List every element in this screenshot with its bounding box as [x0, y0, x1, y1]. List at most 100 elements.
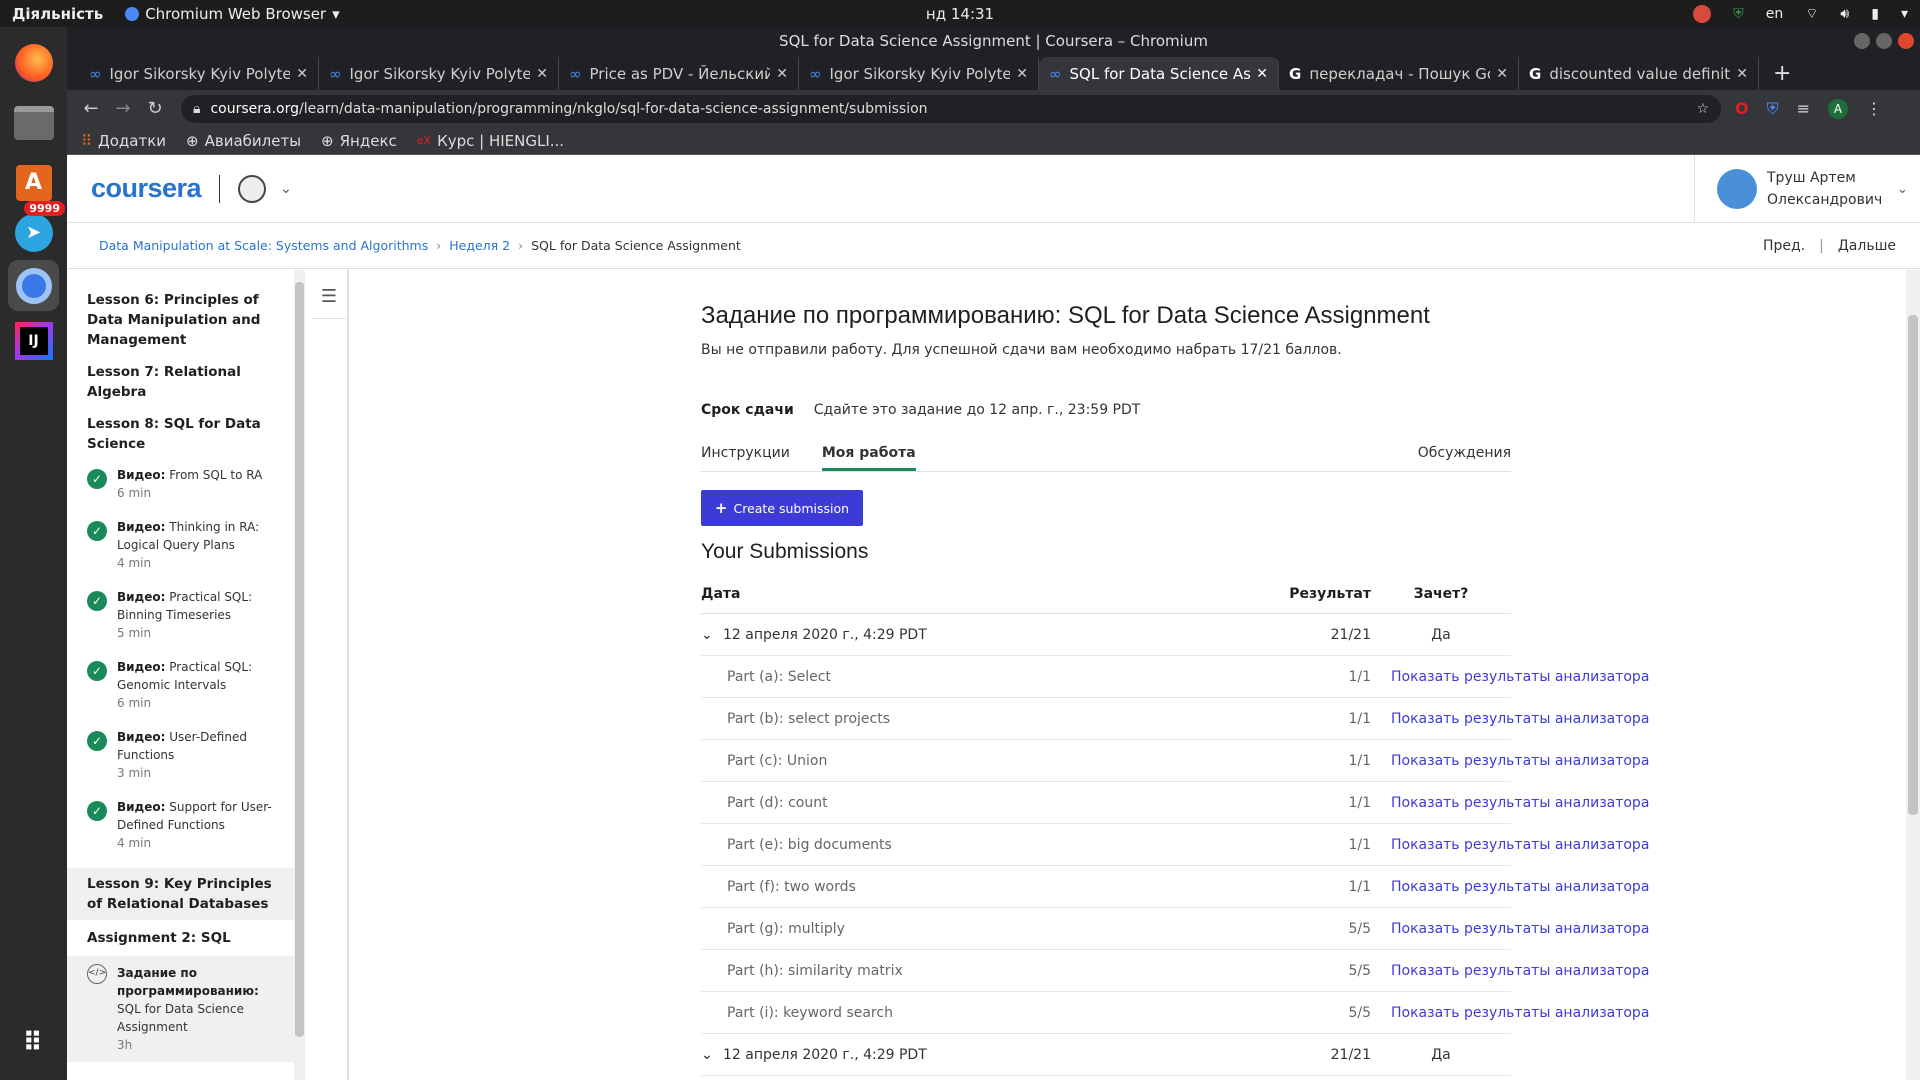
bookmark-star-icon[interactable]: ☆ [1696, 101, 1709, 117]
forward-icon[interactable]: → [107, 98, 139, 119]
completed-check-icon: ✓ [87, 521, 107, 541]
create-submission-button[interactable]: + Create submission [701, 490, 863, 526]
sidebar-item[interactable]: ✓ Видео: Support for User-Defined Functio… [67, 798, 304, 852]
menu-dots-icon[interactable]: ⋮ [1866, 99, 1882, 118]
next-button[interactable]: Дальше [1838, 238, 1896, 254]
bookmark-apps[interactable]: ⠿ Додатки [81, 132, 166, 150]
firefox-icon[interactable] [8, 37, 59, 88]
browser-tab[interactable]: ∞ Igor Sikorsky Kyiv Polytech ✕ [79, 57, 319, 90]
sidebar-assignment[interactable]: Assignment 2: SQL [67, 920, 304, 956]
sidebar-lesson[interactable]: Lesson 7: Relational Algebra [67, 362, 304, 402]
bookmark-item[interactable]: eX Курс | HIENGLI... [417, 132, 564, 150]
close-tab-icon[interactable]: ✕ [296, 66, 308, 82]
reload-icon[interactable]: ↻ [139, 98, 171, 119]
window-title-text: SQL for Data Science Assignment | Course… [779, 32, 1208, 50]
close-tab-icon[interactable]: ✕ [1016, 66, 1028, 82]
part-score: 1/1 [1348, 794, 1371, 811]
volume-icon[interactable]: 🔊︎ [1840, 6, 1849, 22]
chevron-down-icon[interactable]: ⌄ [280, 181, 292, 197]
show-grader-output-link[interactable]: Показать результаты анализатора [1391, 753, 1649, 769]
sidebar-item[interactable]: ✓ Видео: Practical SQL: Binning Timeserie… [67, 588, 304, 642]
show-grader-output-link[interactable]: Показать результаты анализатора [1391, 921, 1649, 937]
close-tab-icon[interactable]: ✕ [536, 66, 548, 82]
profile-avatar[interactable]: A [1828, 98, 1849, 119]
back-icon[interactable]: ← [75, 98, 107, 119]
browser-tab[interactable]: ∞ Igor Sikorsky Kyiv Polytech ✕ [799, 57, 1039, 90]
show-grader-output-link[interactable]: Показать результаты анализатора [1391, 669, 1649, 685]
page-scrollbar-thumb[interactable] [1908, 315, 1918, 815]
bookmark-item[interactable]: ⊕ Яндекс [321, 132, 397, 150]
browser-tab[interactable]: ∞ Igor Sikorsky Kyiv Polytech ✕ [319, 57, 559, 90]
files-icon[interactable] [8, 97, 59, 148]
table-of-contents-icon[interactable]: ☰ [312, 275, 346, 319]
battery-icon[interactable]: ▮ [1871, 6, 1879, 22]
language-indicator[interactable]: en [1766, 6, 1784, 22]
show-apps-icon[interactable]: ⠿ [8, 1017, 59, 1068]
bookmark-item[interactable]: ⊕ Авиабилеты [186, 132, 301, 150]
breadcrumb-course[interactable]: Data Manipulation at Scale: Systems and … [99, 238, 428, 253]
show-grader-output-link[interactable]: Показать результаты анализатора [1391, 879, 1649, 895]
show-grader-output-link[interactable]: Показать результаты анализатора [1391, 837, 1649, 853]
sidebar-item[interactable]: ✓ Видео: Thinking in RA: Logical Query Pl… [67, 518, 304, 572]
opera-extension-icon[interactable]: O [1735, 99, 1749, 118]
sidebar-scrollbar-thumb[interactable] [295, 282, 304, 1037]
close-tab-icon[interactable]: ✕ [776, 66, 788, 82]
shield-extension-icon[interactable]: ⛨ [1767, 99, 1779, 119]
power-icon[interactable]: ▾ [1901, 6, 1908, 22]
sidebar-item[interactable]: ✓ Видео: From SQL to RA 6 min [67, 466, 304, 502]
coursera-logo[interactable]: coursera [91, 173, 202, 204]
tab-my-work[interactable]: Моя работа [821, 440, 916, 471]
sidebar-item[interactable]: ✓ Видео: Practical SQL: Genomic Intervals… [67, 658, 304, 712]
sidebar-lesson[interactable]: Lesson 6: Principles of Data Manipulatio… [67, 270, 304, 350]
sidebar-lesson[interactable]: Lesson 8: SQL for Data Science [67, 414, 304, 454]
system-tray[interactable]: ⛨ en ⌔ 🔊︎ ▮ ▾ [1693, 4, 1908, 23]
sidebar-item-current[interactable]: </> Задание по программированию: SQL for … [67, 956, 304, 1062]
item-duration: 5 min [117, 626, 152, 640]
university-seal-icon[interactable] [238, 174, 267, 203]
show-grader-output-link[interactable]: Показать результаты анализатора [1391, 795, 1649, 811]
browser-tab[interactable]: Gdiscounted value definitio ✕ [1519, 57, 1759, 90]
maximize-button[interactable] [1876, 33, 1892, 49]
prev-button[interactable]: Пред. [1763, 238, 1805, 254]
close-window-button[interactable] [1898, 33, 1914, 49]
chevron-down-icon[interactable]: ⌄ [701, 627, 723, 643]
close-tab-icon[interactable]: ✕ [1736, 66, 1748, 82]
assignment-tabs: Инструкции Моя работа Обсуждения [701, 440, 1511, 472]
user-menu[interactable]: Труш Артем Олександрович ⌄ [1694, 155, 1920, 223]
chromium-dock-icon[interactable] [8, 260, 59, 311]
close-tab-icon[interactable]: ✕ [1496, 66, 1508, 82]
telegram-icon[interactable]: ➤ 9999 [8, 201, 65, 258]
apps-grid-icon: ⠿ [81, 131, 92, 150]
chevron-down-icon[interactable]: ⌄ [701, 1047, 723, 1063]
coursera-favicon-icon: ∞ [809, 64, 822, 83]
intellij-icon[interactable]: IJ [8, 315, 59, 366]
minimize-button[interactable] [1854, 33, 1870, 49]
browser-tab-active[interactable]: ∞ SQL for Data Science Assig ✕ [1039, 57, 1279, 90]
tab-discussions[interactable]: Обсуждения [1418, 440, 1511, 466]
submission-row[interactable]: ⌄ 12 апреля 2020 г., 4:29 PDT 21/21 Да [701, 614, 1511, 656]
address-bar[interactable]: 🔒︎ coursera.org/learn/data-manipulation/… [181, 94, 1721, 123]
app-menu[interactable]: Chromium Web Browser ▾ [125, 5, 340, 23]
wifi-icon[interactable]: ⌔ [1805, 5, 1818, 23]
activities-button[interactable]: Діяльність [12, 5, 103, 23]
part-name: Part (g): multiply [727, 920, 845, 937]
tab-instructions[interactable]: Инструкции [701, 440, 790, 471]
updates-icon[interactable] [1693, 4, 1712, 23]
show-grader-output-link[interactable]: Показать результаты анализатора [1391, 1005, 1649, 1021]
media-icon[interactable]: ≡ [1797, 99, 1810, 118]
tab-label: discounted value definitio [1549, 64, 1731, 83]
show-grader-output-link[interactable]: Показать результаты анализатора [1391, 963, 1649, 979]
show-grader-output-link[interactable]: Показать результаты анализатора [1391, 711, 1649, 727]
sidebar-item[interactable]: ✓ Видео: User-Defined Functions 3 min [67, 728, 304, 782]
browser-tab[interactable]: ∞ Price as PDV - Йельский у ✕ [559, 57, 799, 90]
browser-tab[interactable]: Gперекладач - Пошук Goo ✕ [1279, 57, 1519, 90]
new-tab-button[interactable]: + [1773, 57, 1791, 90]
close-tab-icon[interactable]: ✕ [1256, 66, 1268, 82]
breadcrumb-week[interactable]: Неделя 2 [449, 238, 510, 253]
submission-row[interactable]: ⌄ 12 апреля 2020 г., 4:29 PDT 21/21 Да [701, 1034, 1511, 1076]
submission-passed: Да [1431, 1046, 1451, 1063]
item-type: Видео: [117, 468, 166, 482]
shield-icon[interactable]: ⛨ [1733, 6, 1744, 22]
page-scrollbar[interactable] [1906, 270, 1920, 1080]
sidebar-lesson[interactable]: Lesson 9: Key Principles of Relational D… [67, 868, 304, 920]
